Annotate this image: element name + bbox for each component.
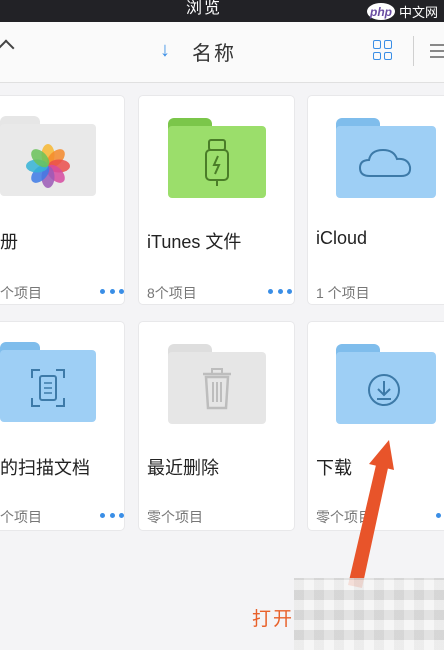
- open-button[interactable]: 打开: [252, 604, 294, 631]
- more-options-icon[interactable]: [436, 513, 444, 519]
- item-count: 1 个项目: [316, 285, 370, 301]
- photos-flower-icon: [26, 144, 70, 188]
- item-name: 下载: [316, 458, 352, 478]
- status-bar: 浏览 php 中文网: [0, 0, 444, 22]
- item-count: 零个项目: [147, 509, 203, 525]
- folder-card-scans[interactable]: 的扫描文档 个项目: [0, 322, 124, 530]
- back-chevron-icon[interactable]: [0, 39, 15, 57]
- grid-view-icon[interactable]: [373, 40, 393, 60]
- toolbar: ↓ 名称: [0, 22, 444, 83]
- download-arrow-icon: [368, 374, 400, 406]
- item-name: iCloud: [316, 228, 368, 248]
- item-name: 最近删除: [147, 458, 219, 478]
- more-options-icon[interactable]: [100, 513, 124, 519]
- folder-card-downloads[interactable]: 下载 零个项目: [308, 322, 444, 530]
- item-name: 的扫描文档: [0, 458, 90, 478]
- cloud-icon: [358, 148, 412, 177]
- watermark: php 中文网: [366, 2, 438, 21]
- sort-by-name-button[interactable]: 名称: [192, 37, 236, 66]
- folder-card-itunes[interactable]: iTunes 文件 8个项目: [139, 96, 294, 304]
- status-title: 浏览: [186, 0, 223, 17]
- watermark-logo: php: [366, 3, 395, 20]
- item-count: 个项目: [0, 509, 42, 525]
- scan-folder-icon: [0, 322, 124, 442]
- item-name: 册: [0, 232, 18, 252]
- more-options-icon[interactable]: [268, 289, 292, 295]
- trash-folder-icon: [139, 322, 294, 442]
- toolbar-divider: [413, 36, 414, 66]
- list-view-icon[interactable]: [430, 44, 444, 62]
- document-scan-icon: [31, 369, 65, 407]
- sort-arrow-icon[interactable]: ↓: [160, 39, 170, 62]
- usb-cable-icon: [205, 139, 229, 186]
- item-count: 个项目: [0, 285, 42, 301]
- folder-card-icloud[interactable]: iCloud 1 个项目: [308, 96, 444, 304]
- photos-folder-icon: [0, 96, 124, 216]
- pixelated-overlay: [294, 578, 444, 650]
- watermark-text: 中文网: [398, 5, 438, 20]
- item-name: iTunes 文件: [147, 232, 242, 252]
- folder-card-recently-deleted[interactable]: 最近删除 零个项目: [139, 322, 294, 530]
- item-count: 8个项目: [147, 285, 197, 301]
- itunes-folder-icon: [139, 96, 294, 216]
- icloud-folder-icon: [308, 96, 444, 216]
- more-options-icon[interactable]: [100, 289, 124, 295]
- folder-card-photos[interactable]: 册 个项目: [0, 96, 124, 304]
- download-folder-icon: [308, 322, 444, 442]
- trash-icon: [203, 368, 231, 410]
- item-count: 零个项目: [316, 509, 372, 525]
